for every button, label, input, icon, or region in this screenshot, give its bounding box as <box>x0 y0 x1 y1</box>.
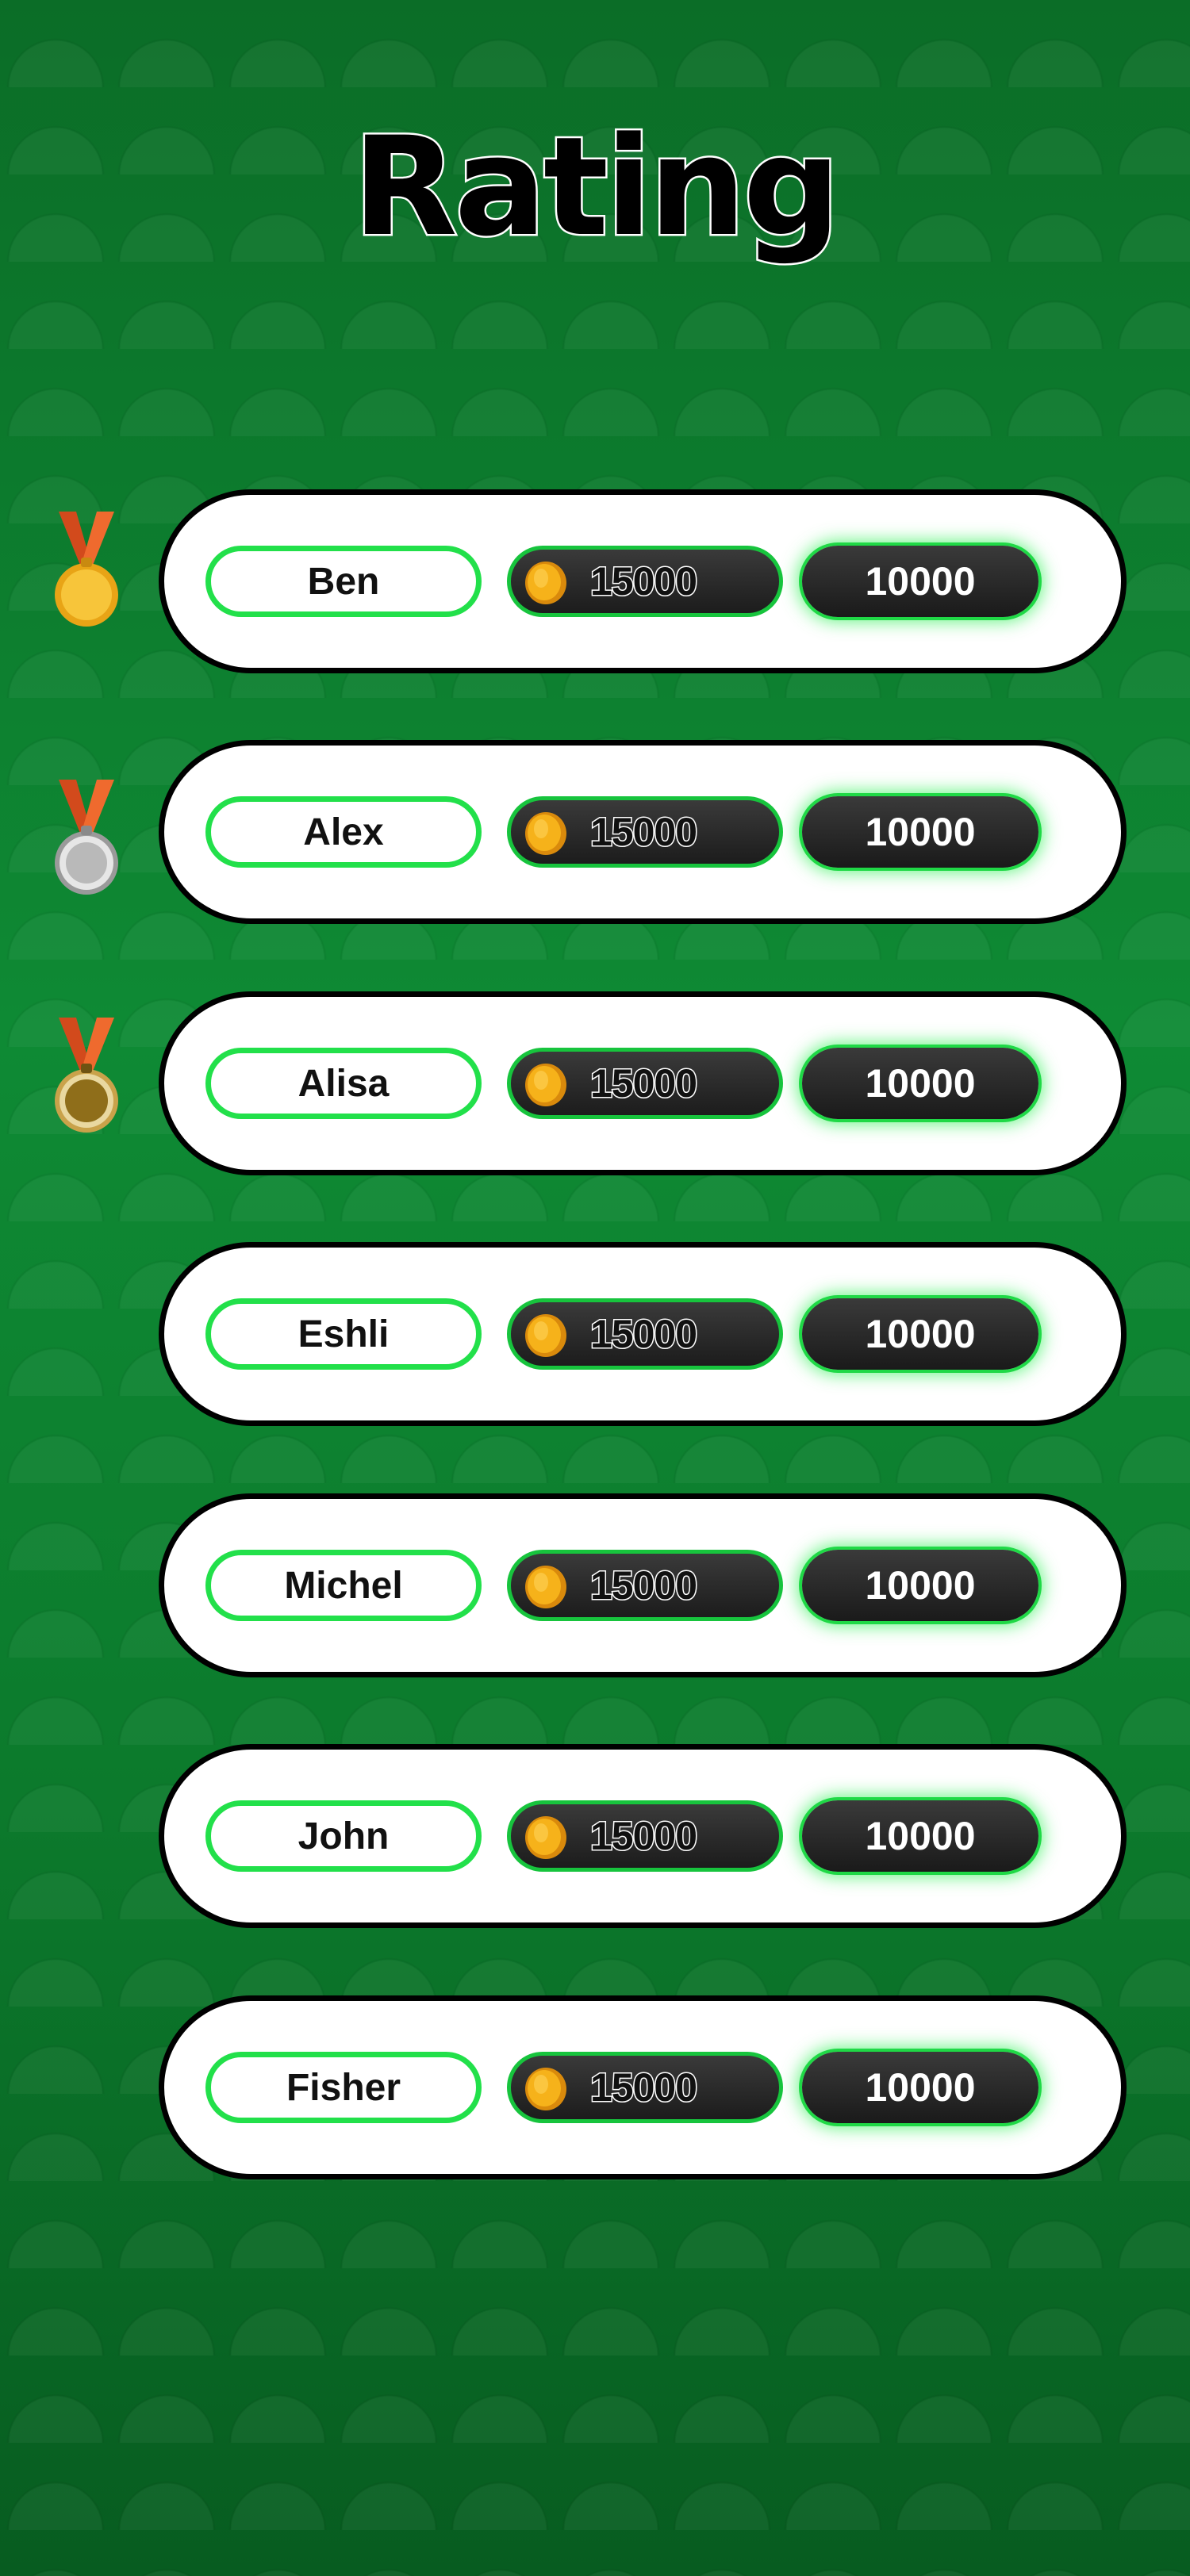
coin-icon <box>525 562 566 604</box>
player-name: Alisa <box>205 1048 482 1119</box>
coin-value: 15000 <box>589 1311 698 1358</box>
coin-icon <box>525 1064 566 1106</box>
score-value: 10000 <box>802 796 1038 868</box>
rating-row[interactable]: Alisa 15000 10000 <box>159 991 1127 1175</box>
score-value: 10000 <box>802 2052 1038 2123</box>
coin-balance: 15000 <box>507 1800 783 1872</box>
bronze-medal-icon <box>55 1018 118 1133</box>
coin-icon <box>525 812 566 855</box>
coin-value: 15000 <box>589 558 698 605</box>
score-value: 10000 <box>802 1550 1038 1621</box>
coin-icon <box>525 2068 566 2110</box>
coin-value: 15000 <box>589 1813 698 1860</box>
coin-balance: 15000 <box>507 1550 783 1621</box>
coin-balance: 15000 <box>507 2052 783 2123</box>
player-name: Eshli <box>205 1298 482 1370</box>
silver-medal-icon <box>55 780 118 895</box>
coin-balance: 15000 <box>507 1048 783 1119</box>
player-name: John <box>205 1800 482 1872</box>
rating-row[interactable]: Ben 15000 10000 <box>159 489 1127 673</box>
score-value: 10000 <box>802 1298 1038 1370</box>
coin-value: 15000 <box>589 809 698 856</box>
coin-balance: 15000 <box>507 796 783 868</box>
player-name: Alex <box>205 796 482 868</box>
player-name: Ben <box>205 546 482 617</box>
coin-value: 15000 <box>589 2064 698 2111</box>
score-value: 10000 <box>802 1800 1038 1872</box>
score-value: 10000 <box>802 546 1038 617</box>
coin-balance: 15000 <box>507 546 783 617</box>
gold-medal-icon <box>55 512 118 627</box>
player-name: Michel <box>205 1550 482 1621</box>
coin-icon <box>525 1566 566 1608</box>
coin-value: 15000 <box>589 1060 698 1107</box>
rating-row[interactable]: Fisher 15000 10000 <box>159 1995 1127 2179</box>
page-title: Rating <box>351 107 843 266</box>
rating-row[interactable]: Alex 15000 10000 <box>159 740 1127 924</box>
rating-row[interactable]: John 15000 10000 <box>159 1744 1127 1928</box>
coin-icon <box>525 1816 566 1859</box>
score-value: 10000 <box>802 1048 1038 1119</box>
player-name: Fisher <box>205 2052 482 2123</box>
coin-icon <box>525 1314 566 1357</box>
coin-balance: 15000 <box>507 1298 783 1370</box>
coin-value: 15000 <box>589 1562 698 1609</box>
rating-row[interactable]: Michel 15000 10000 <box>159 1493 1127 1677</box>
rating-row[interactable]: Eshli 15000 10000 <box>159 1242 1127 1426</box>
